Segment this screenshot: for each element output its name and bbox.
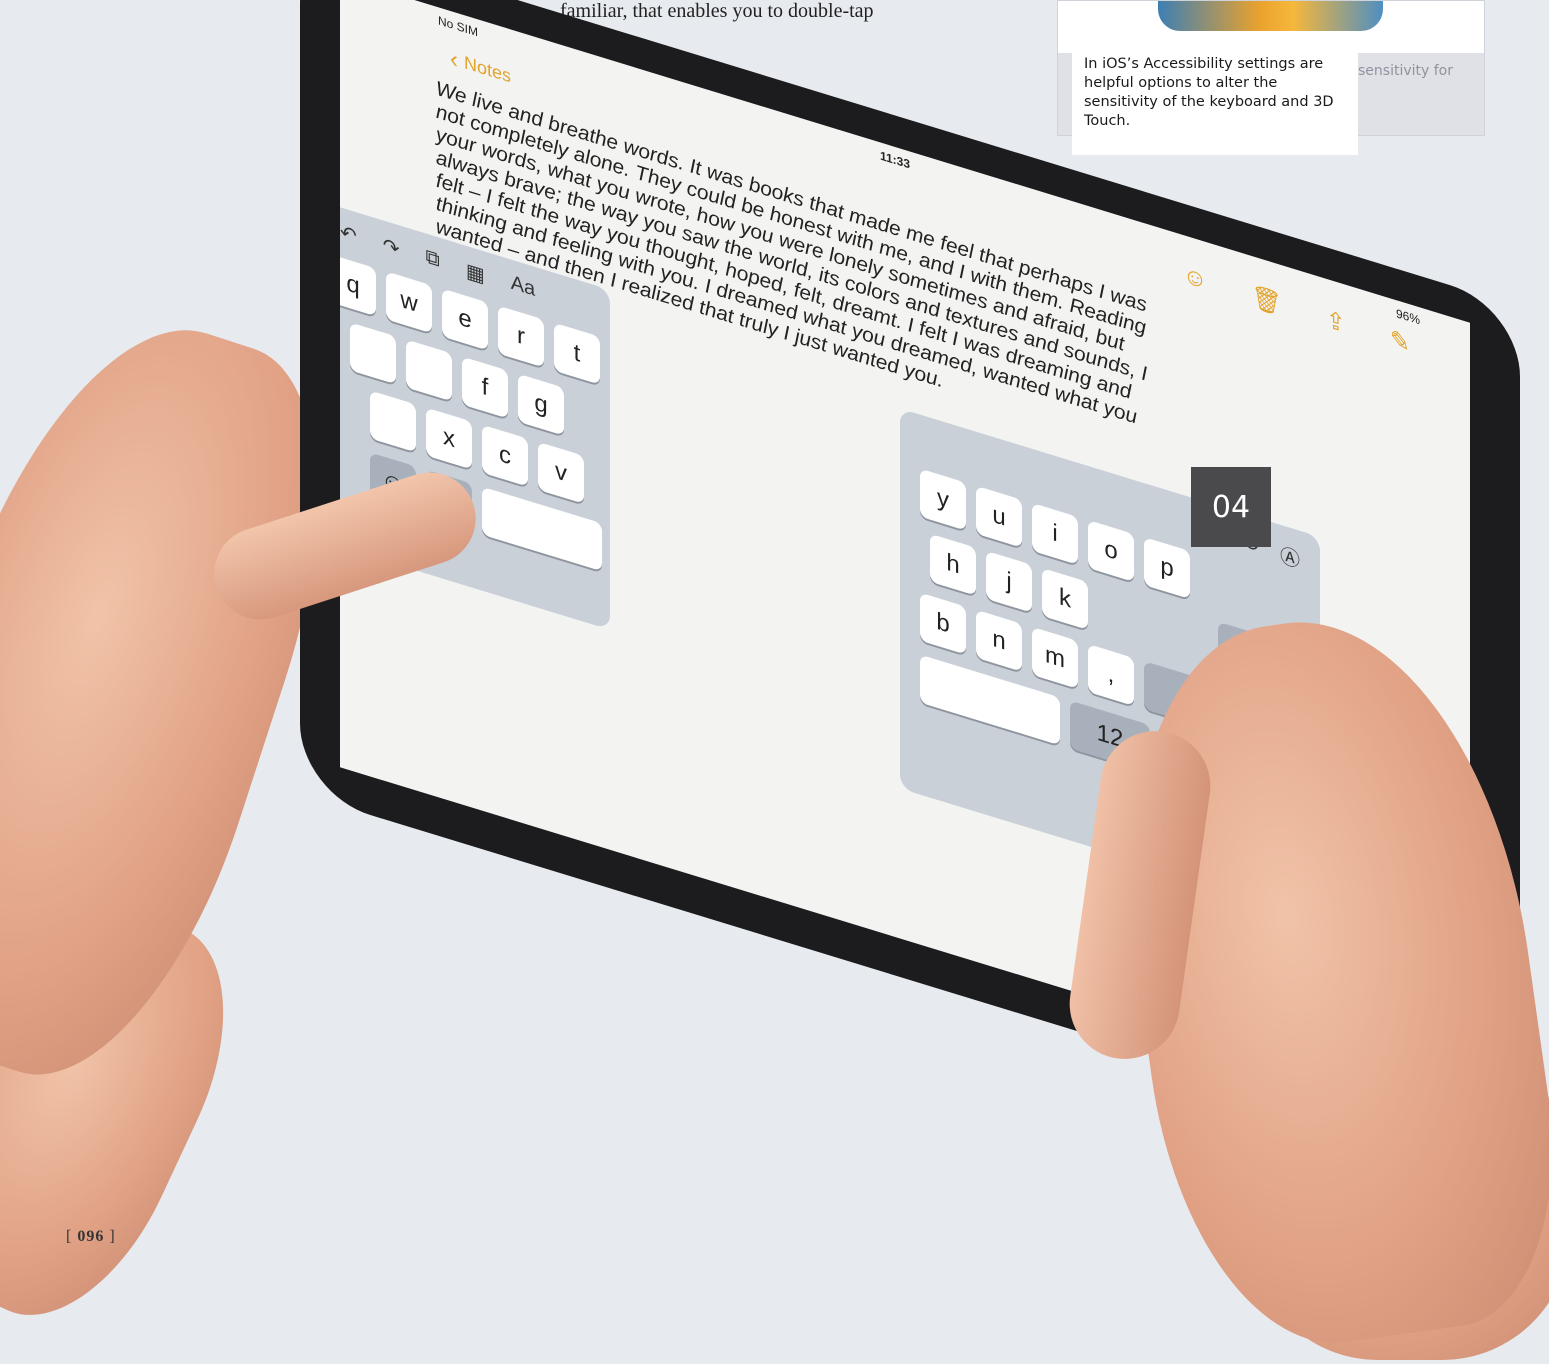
key[interactable]: r [498, 305, 544, 368]
clock: 11:33 [880, 148, 911, 172]
redo-icon[interactable]: ↷ [383, 232, 400, 262]
page-number-value: 096 [77, 1228, 105, 1245]
format-button[interactable]: Aa [511, 271, 535, 303]
carrier-label: No SIM [438, 13, 479, 40]
sidebar-card: In iOS’s Accessibility settings are help… [1057, 0, 1485, 155]
key[interactable]: k [1042, 567, 1088, 630]
compose-icon[interactable]: ✎ [1390, 324, 1410, 359]
key[interactable]: i [1032, 502, 1078, 565]
step-badge: 04 [1191, 467, 1271, 547]
key[interactable]: g [518, 373, 564, 436]
undo-icon[interactable]: ↶ [340, 219, 357, 249]
markup-icon[interactable]: Ⓐ [1280, 539, 1300, 574]
paste-icon[interactable]: ⧉ [426, 245, 440, 274]
key[interactable]: w [386, 271, 432, 334]
key[interactable]: v [538, 441, 584, 504]
key[interactable]: o [1088, 519, 1134, 583]
page-number: [ 096 ] [66, 1228, 116, 1245]
back-label: Notes [464, 52, 512, 87]
key[interactable]: j [986, 550, 1032, 613]
add-person-icon[interactable]: ☺ [1183, 261, 1208, 297]
key[interactable]: p [1144, 537, 1190, 600]
key[interactable]: x [426, 407, 472, 470]
caption: In iOS’s Accessibility settings are help… [1072, 45, 1358, 155]
key[interactable]: h [930, 533, 976, 596]
space-key[interactable] [482, 486, 602, 572]
key[interactable] [350, 322, 396, 385]
key[interactable]: t [554, 322, 600, 385]
battery-label: 96% [1395, 306, 1420, 328]
share-icon[interactable]: ⇪ [1326, 305, 1346, 340]
key[interactable]: u [976, 485, 1022, 548]
key[interactable]: c [482, 424, 528, 487]
key[interactable] [370, 390, 416, 453]
key[interactable]: b [920, 592, 966, 655]
key[interactable]: f [462, 356, 508, 419]
key[interactable]: q [340, 254, 376, 317]
key[interactable]: , [1088, 643, 1134, 707]
table-icon[interactable]: ▦ [466, 258, 485, 289]
wallpaper-image [1158, 1, 1383, 31]
key[interactable]: e [442, 288, 488, 351]
settings-peek-text: sensitivity for [1358, 63, 1453, 79]
key[interactable]: n [976, 609, 1022, 672]
chevron-left-icon: ‹ [450, 44, 458, 75]
key[interactable] [406, 339, 452, 402]
key[interactable]: m [1032, 626, 1078, 689]
article-text-line: familiar, that enables you to double-tap [560, 0, 874, 22]
key[interactable]: y [920, 468, 966, 531]
